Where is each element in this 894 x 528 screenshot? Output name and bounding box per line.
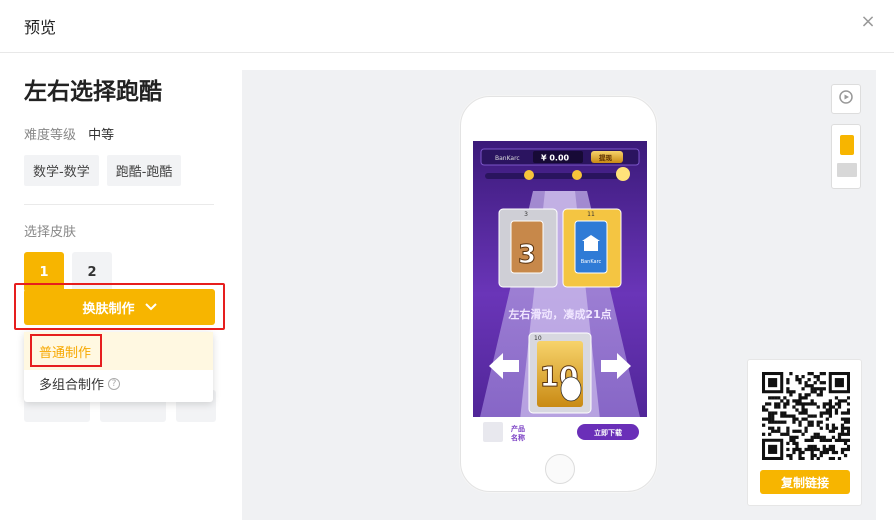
make-dropdown-menu: 普通制作 多组合制作 ? [24, 332, 213, 402]
brand-label: BanKarc [495, 155, 520, 162]
hand-card-corner: 10 [534, 335, 542, 342]
balance-value: ¥ 0.00 [541, 154, 570, 163]
phone-frame: BanKarc ¥ 0.00 提现 3 3 11 BanKarc 左右滑动，凑成… [460, 96, 657, 492]
divider [24, 204, 214, 205]
skin-label: 选择皮肤 [24, 225, 77, 240]
help-icon[interactable]: ? [108, 377, 121, 390]
replay-button[interactable] [831, 84, 861, 114]
make-button-highlight: 换肤制作 [14, 283, 225, 330]
tag-math: 数学-数学 [24, 155, 99, 186]
footer-name: 名称 [511, 433, 525, 442]
tag-list: 数学-数学 跑酷-跑酷 [24, 155, 224, 186]
home-button [545, 454, 575, 484]
game-info-panel: 左右选择跑酷 难度等级 中等 数学-数学 跑酷-跑酷 选择皮肤 1 2 [24, 70, 224, 292]
download-button[interactable]: 立即下载 [594, 428, 622, 437]
card-left-value: 3 [518, 240, 536, 270]
preview-area: BanKarc ¥ 0.00 提现 3 3 11 BanKarc 左右滑动，凑成… [242, 70, 876, 520]
difficulty-label: 难度等级 [24, 128, 77, 143]
card-right-brand: BanKarc [581, 259, 602, 265]
footer-product: 产品 [511, 424, 525, 433]
tag-parkour: 跑酷-跑酷 [106, 155, 182, 186]
difficulty-row: 难度等级 中等 [24, 124, 224, 143]
card-right-small: 11 [587, 211, 595, 218]
game-screen[interactable]: BanKarc ¥ 0.00 提现 3 3 11 BanKarc 左右滑动，凑成… [473, 141, 647, 447]
modal-title: 预览 [24, 18, 57, 37]
difficulty-value: 中等 [88, 128, 115, 143]
skin-color-switcher[interactable] [831, 124, 861, 189]
menu-item-normal-make[interactable]: 普通制作 [24, 332, 213, 370]
reskin-make-button[interactable]: 换肤制作 [24, 289, 215, 325]
landscape-toggle[interactable] [837, 163, 857, 177]
make-button-label: 换肤制作 [82, 301, 135, 317]
menu-item-multi-make[interactable]: 多组合制作 ? [39, 374, 121, 393]
replay-icon [838, 89, 854, 109]
game-title: 左右选择跑酷 [24, 79, 162, 105]
modal-header: 预览 × [0, 0, 894, 53]
close-icon[interactable]: × [860, 13, 876, 31]
qr-code-card: 复制链接 [747, 359, 862, 506]
chevron-down-icon [144, 300, 157, 315]
instruction-text: 左右滑动，凑成21点 [507, 307, 611, 321]
menu-item-label: 普通制作 [39, 346, 92, 361]
copy-link-button[interactable]: 复制链接 [760, 470, 850, 494]
menu-item-label: 多组合制作 [39, 378, 105, 393]
withdraw-button[interactable]: 提现 [599, 153, 613, 162]
preview-modal: 预览 × 左右选择跑酷 难度等级 中等 数学-数学 跑酷-跑酷 选择皮肤 1 2… [0, 0, 894, 528]
portrait-toggle[interactable] [840, 135, 854, 155]
card-left-small: 3 [524, 211, 528, 218]
qr-code [762, 372, 851, 461]
